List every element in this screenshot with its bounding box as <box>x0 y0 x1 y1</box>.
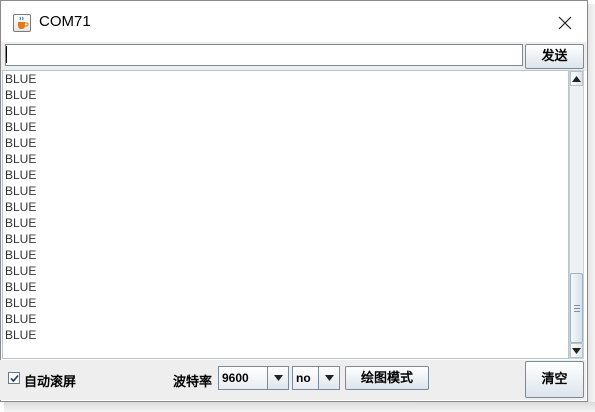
output-line: BLUE <box>5 168 37 182</box>
window-shadow-right <box>588 4 595 408</box>
output-line: BLUE <box>5 280 37 294</box>
output-line: BLUE <box>5 296 37 310</box>
arrow-up-icon <box>572 75 581 82</box>
baud-rate-value: 9600 <box>222 371 249 385</box>
window-title: COM71 <box>39 13 91 30</box>
close-icon <box>558 16 572 30</box>
output-line: BLUE <box>5 72 37 86</box>
output-line: BLUE <box>5 312 37 326</box>
output-line: BLUE <box>5 120 37 134</box>
scroll-up-button[interactable] <box>570 71 583 86</box>
output-line: BLUE <box>5 200 37 214</box>
baud-rate-label: 波特率 <box>173 375 213 390</box>
line-ending-dropdown-button[interactable] <box>318 367 339 389</box>
thumb-grip <box>574 305 580 306</box>
scroll-down-button[interactable] <box>570 343 583 358</box>
title-bar[interactable]: COM71 <box>1 1 587 42</box>
line-ending-value: no <box>296 371 311 385</box>
chevron-down-icon <box>324 375 334 381</box>
java-coffee-cup-icon <box>13 14 31 32</box>
output-line: BLUE <box>5 152 37 166</box>
baud-rate-select[interactable]: 9600 <box>218 366 289 390</box>
output-line: BLUE <box>5 136 37 150</box>
thumb-grip <box>574 308 580 309</box>
output-line: BLUE <box>5 184 37 198</box>
checkmark-icon <box>9 374 19 382</box>
window-shadow-bottom <box>4 402 595 412</box>
vertical-scrollbar[interactable] <box>569 70 584 359</box>
serial-output-area[interactable]: BLUE BLUE BLUE BLUE BLUE BLUE BLUE BLUE BLUE BLUE… <box>2 70 569 359</box>
clear-button[interactable]: 清空 <box>525 361 584 398</box>
autoscroll-label[interactable]: 自动滚屏 <box>24 371 76 390</box>
output-line: BLUE <box>5 232 37 246</box>
scrollbar-thumb[interactable] <box>570 273 583 343</box>
plot-mode-button[interactable]: 绘图模式 <box>345 366 429 390</box>
output-line: BLUE <box>5 88 37 102</box>
arrow-down-icon <box>572 347 581 354</box>
output-line: BLUE <box>5 216 37 230</box>
thumb-grip <box>574 311 580 312</box>
output-line: BLUE <box>5 264 37 278</box>
close-button[interactable] <box>547 7 583 39</box>
line-ending-select[interactable]: no <box>292 366 340 390</box>
baud-rate-dropdown-button[interactable] <box>267 367 288 389</box>
send-button[interactable]: 发送 <box>525 44 584 69</box>
output-line: BLUE <box>5 248 37 262</box>
autoscroll-checkbox[interactable] <box>8 372 20 384</box>
send-input[interactable] <box>5 44 523 66</box>
output-line: BLUE <box>5 328 37 342</box>
output-line: BLUE <box>5 104 37 118</box>
chevron-down-icon <box>273 375 283 381</box>
text-caret <box>6 46 7 63</box>
